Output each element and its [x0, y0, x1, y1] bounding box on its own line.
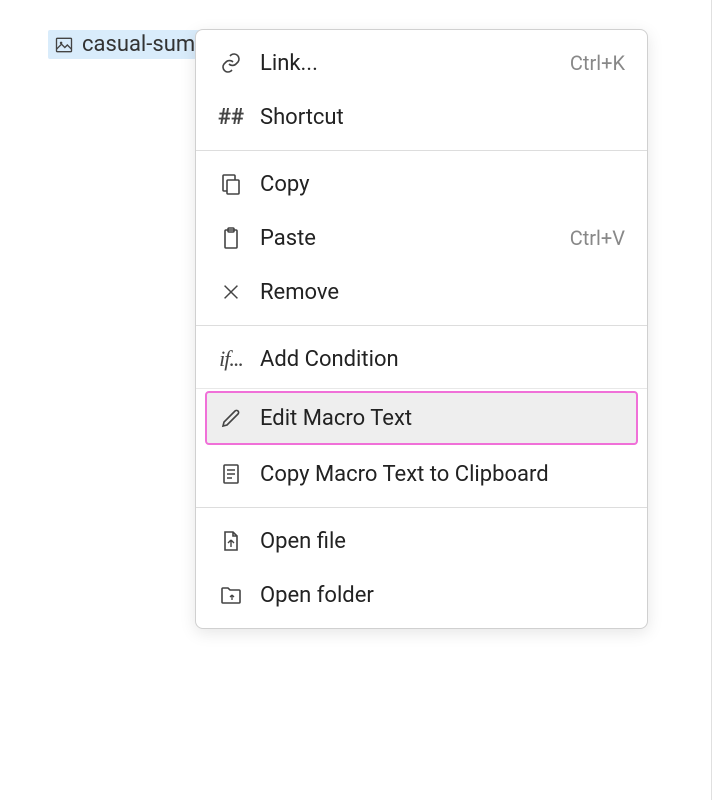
- menu-link-label: Link...: [260, 51, 554, 76]
- menu-open-file[interactable]: Open file: [196, 514, 647, 568]
- menu-edit-macro[interactable]: Edit Macro Text: [205, 391, 638, 445]
- image-icon: [54, 35, 74, 55]
- menu-paste[interactable]: Paste Ctrl+V: [196, 211, 647, 265]
- menu-copy-macro[interactable]: Copy Macro Text to Clipboard: [196, 447, 647, 501]
- close-icon: [218, 279, 244, 305]
- copy-icon: [218, 171, 244, 197]
- menu-add-condition-label: Add Condition: [260, 347, 625, 372]
- menu-copy[interactable]: Copy: [196, 157, 647, 211]
- context-menu: Link... Ctrl+K ## Shortcut Copy Paste Ct…: [195, 29, 648, 629]
- menu-paste-shortcut: Ctrl+V: [570, 226, 625, 250]
- pencil-icon: [218, 405, 244, 431]
- menu-open-folder-label: Open folder: [260, 583, 625, 608]
- menu-paste-label: Paste: [260, 226, 554, 251]
- separator: [196, 150, 647, 151]
- menu-remove[interactable]: Remove: [196, 265, 647, 319]
- menu-copy-macro-label: Copy Macro Text to Clipboard: [260, 462, 625, 487]
- menu-open-file-label: Open file: [260, 529, 625, 554]
- menu-edit-macro-label: Edit Macro Text: [260, 406, 625, 431]
- if-icon: if...: [218, 346, 244, 372]
- menu-copy-label: Copy: [260, 172, 625, 197]
- menu-shortcut-label: Shortcut: [260, 105, 625, 130]
- menu-remove-label: Remove: [260, 280, 625, 305]
- link-icon: [218, 50, 244, 76]
- clipboard-text-icon: [218, 461, 244, 487]
- hash-icon: ##: [218, 104, 244, 130]
- menu-open-folder[interactable]: Open folder: [196, 568, 647, 622]
- paste-icon: [218, 225, 244, 251]
- menu-add-condition[interactable]: if... Add Condition: [196, 332, 647, 386]
- open-folder-icon: [218, 582, 244, 608]
- open-file-icon: [218, 528, 244, 554]
- menu-shortcut[interactable]: ## Shortcut: [196, 90, 647, 144]
- separator: [196, 325, 647, 326]
- menu-link-shortcut: Ctrl+K: [570, 51, 625, 75]
- menu-link[interactable]: Link... Ctrl+K: [196, 36, 647, 90]
- separator: [196, 507, 647, 508]
- separator: [196, 388, 647, 389]
